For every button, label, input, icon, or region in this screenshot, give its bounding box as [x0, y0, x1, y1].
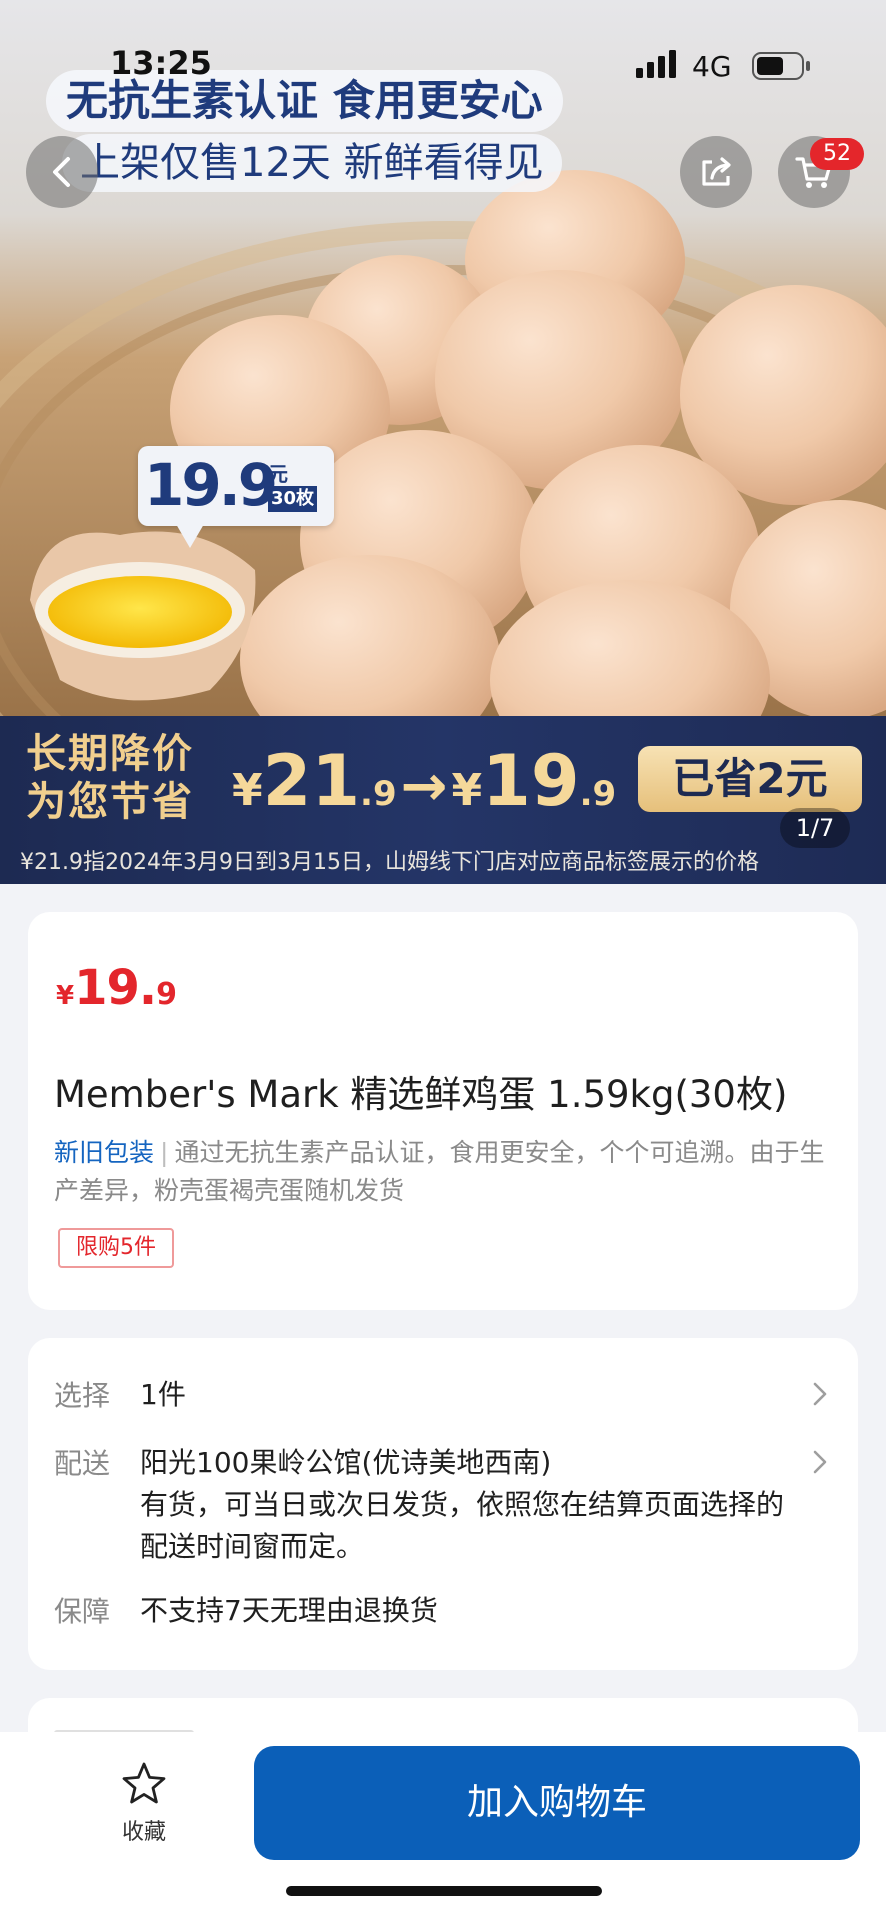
share-button[interactable] [680, 136, 752, 208]
guarantee-value: 不支持7天无理由退换货 [140, 1594, 438, 1627]
product-description: 新旧包装 | 通过无抗生素产品认证，食用更安全，个个可追溯。由于生产差异，粉壳蛋褐壳… [54, 1134, 844, 1210]
new-price-dec: .9 [579, 774, 617, 814]
promo-slogan: 长期降价 为您节省 [26, 730, 194, 826]
product-image-carousel[interactable]: 无抗生素认证 食用更安心 上架仅售12天 新鲜看得见 19.9 元 30枚 长期… [0, 0, 886, 884]
status-time: 13:25 [110, 44, 212, 82]
select-label: 选择 [54, 1379, 111, 1412]
price-currency: ¥ [56, 981, 75, 1011]
shipping-note: 有货，可当日或次日发货，依照您在结算页面选择的配送时间窗而定。 [140, 1488, 785, 1563]
old-price-yen: ¥ [232, 765, 263, 816]
star-icon [122, 1762, 166, 1804]
egg-price-tag: 19.9 元 30枚 [138, 446, 334, 548]
new-price-yen: ¥ [451, 765, 483, 816]
back-button[interactable] [26, 136, 98, 208]
old-price-int: 21 [262, 740, 361, 822]
price-decimal: 9 [156, 977, 177, 1012]
status-bar: 13:25 4G [0, 0, 886, 83]
cart-count-badge: 52 [810, 138, 864, 170]
new-price-int: 19 [482, 740, 580, 822]
price-drop-banner: 长期降价 为您节省 ¥21.9→¥19.9 已省2元 ¥21.9指2024年3月… [0, 716, 886, 884]
chevron-right-icon[interactable] [810, 1448, 830, 1476]
select-value: 1件 [140, 1378, 186, 1411]
favorite-label: 收藏 [121, 1820, 166, 1845]
signal-icon [636, 50, 676, 78]
add-to-cart-button[interactable]: 加入购物车 [254, 1746, 860, 1860]
price-tag-value: 19.9 [144, 451, 278, 519]
hero-subline: 上架仅售12天 新鲜看得见 [62, 134, 562, 192]
description-text: 通过无抗生素产品认证，食用更安全，个个可追溯。由于生产差异，粉壳蛋褐壳蛋随机发货 [54, 1138, 825, 1205]
guarantee-label: 保障 [54, 1595, 111, 1628]
home-indicator[interactable] [286, 1886, 602, 1896]
network-type: 4G [692, 50, 732, 83]
saved-amount-badge: 已省2元 [638, 746, 862, 812]
shipping-label: 配送 [54, 1447, 111, 1480]
back-arrow-icon [53, 157, 70, 187]
shipping-address: 阳光100果岭公馆(优诗美地西南) [140, 1446, 552, 1479]
share-icon [702, 157, 731, 186]
package-link[interactable]: 新旧包装 [54, 1138, 154, 1167]
purchase-limit-tag: 限购5件 [58, 1228, 174, 1268]
price-tag-count: 30枚 [268, 486, 318, 512]
shipping-info: 阳光100果岭公馆(优诗美地西南) 有货，可当日或次日发货，依照您在结算页面选择… [140, 1442, 800, 1568]
image-pager: 1/7 [780, 808, 850, 848]
arrow-right-icon: → [400, 754, 448, 819]
price-integer: 19. [74, 960, 157, 1016]
old-price-dec: .9 [360, 774, 397, 814]
favorite-button[interactable]: 收藏 [112, 1760, 176, 1846]
promo-slogan-line1: 长期降价 [26, 731, 194, 777]
battery-icon [752, 52, 810, 80]
product-title: Member's Mark 精选鲜鸡蛋 1.59kg(30枚) [54, 1073, 788, 1116]
promo-price-change: ¥21.9→¥19.9 [232, 736, 616, 839]
current-price: ¥19.9 [56, 960, 177, 1016]
promo-slogan-line2: 为您节省 [26, 779, 194, 825]
desc-separator: | [160, 1138, 169, 1167]
purchase-details-card: 选择 1件 配送 阳光100果岭公馆(优诗美地西南) 有货，可当日或次日发货，依… [28, 1338, 858, 1670]
product-info-card: ¥19.9 Member's Mark 精选鲜鸡蛋 1.59kg(30枚) 新旧… [28, 912, 858, 1310]
price-note: ¥21.9指2024年3月9日到3月15日，山姆线下门店对应商品标签展示的价格 [20, 850, 759, 875]
price-tag-unit: 元 [268, 462, 288, 486]
chevron-right-icon[interactable] [810, 1380, 830, 1408]
